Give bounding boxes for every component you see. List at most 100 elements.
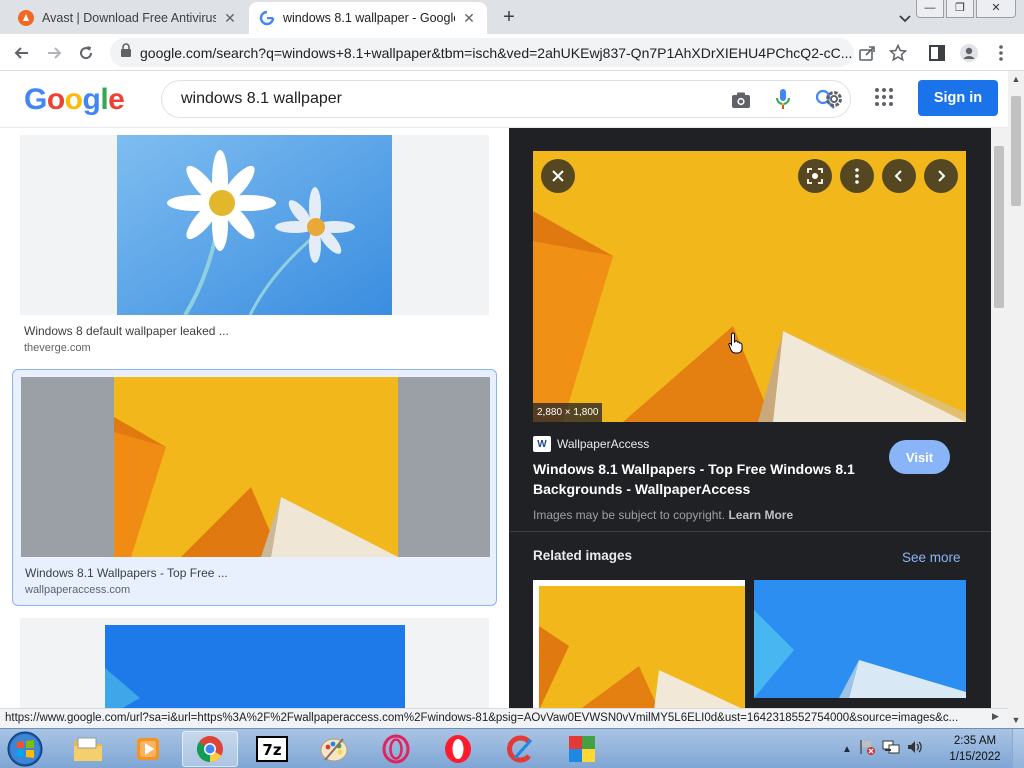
taskbar-ccleaner-icon[interactable] [492,731,548,767]
settings-gear-icon[interactable] [823,88,845,110]
reload-icon[interactable] [74,41,98,65]
tab-search-chevron-icon[interactable] [895,8,915,28]
more-vert-icon[interactable] [990,42,1012,64]
previous-chevron-icon[interactable] [882,159,916,193]
google-logo[interactable]: Google [24,83,125,117]
learn-more-link[interactable]: Learn More [728,508,793,522]
google-logo-letter: e [108,83,125,116]
image-results: Windows 8 default wallpaper leaked ... t… [0,128,509,708]
preview-scrollbar[interactable] [991,128,1008,708]
google-logo-letter: l [100,83,109,116]
minimize-button[interactable]: — [916,0,944,18]
page-scrollbar[interactable]: ▲ ▼ [1008,71,1024,728]
clock-time: 2:35 AM [953,735,997,747]
bookmark-star-icon[interactable] [887,42,909,64]
taskbar-paint-icon[interactable] [306,731,362,767]
tray-expand-icon[interactable]: ▲ [842,744,852,755]
tab-strip: Avast | Download Free Antivirus & VPN ✕ … [0,0,1024,34]
window-controls: — ❐ ✕ [916,0,1016,18]
sign-in-button[interactable]: Sign in [918,80,998,116]
result-caption[interactable]: Windows 8 default wallpaper leaked ... [24,324,229,338]
result-source[interactable]: theverge.com [24,342,91,354]
taskbar-media-player-icon[interactable] [120,731,176,767]
address-bar[interactable]: google.com/search?q=windows+8.1+wallpape… [110,38,854,67]
image-dimensions: 2,880 × 1,800 [533,403,603,422]
close-window-button[interactable]: ✕ [976,0,1016,18]
source-name[interactable]: WallpaperAccess [557,437,649,451]
scroll-up-arrow-icon[interactable]: ▲ [1008,71,1024,87]
result-thumbnail-blue[interactable] [20,618,489,708]
action-center-flag-icon[interactable] [858,738,876,761]
divider [509,531,991,532]
next-chevron-icon[interactable] [924,159,958,193]
google-logo-letter: G [24,83,47,116]
tab-google-search[interactable]: windows 8.1 wallpaper - Google Search ✕ [249,2,487,34]
page-scrollbar-thumb[interactable] [1011,96,1021,206]
scroll-down-arrow-icon[interactable]: ▼ [1008,712,1024,728]
google-logo-letter: g [82,83,101,116]
taskbar-opera-gx-icon[interactable] [368,731,424,767]
tab-avast[interactable]: Avast | Download Free Antivirus & VPN ✕ [8,2,248,34]
result-card-selected[interactable]: Windows 8.1 Wallpapers - Top Free ... wa… [12,369,497,606]
start-button[interactable] [2,730,48,768]
url-text: google.com/search?q=windows+8.1+wallpape… [140,44,853,61]
related-thumbnail-blue[interactable] [754,580,966,708]
google-g-icon [259,10,275,26]
taskbar-7zip-icon[interactable]: 7z [244,731,300,767]
taskbar-avg-icon[interactable] [554,731,610,767]
close-tab-icon[interactable]: ✕ [461,10,477,26]
more-options-icon[interactable] [840,159,874,193]
taskbar-clock[interactable]: 2:35 AM 1/15/2022 [944,733,1006,765]
taskbar-opera-icon[interactable] [430,731,486,767]
windows-taskbar: 7z ▲ 2:35 AM 1/15/2022 [0,728,1024,768]
show-desktop-button[interactable] [1012,729,1024,768]
clock-date: 1/15/2022 [949,751,1001,763]
related-images-heading: Related images [533,548,633,563]
visual-search-lens-icon[interactable] [798,159,832,193]
side-panel-icon[interactable] [926,42,948,64]
new-tab-button[interactable]: + [497,6,521,30]
volume-icon[interactable] [906,738,924,761]
result-thumbnail-daisy[interactable] [20,135,489,315]
close-tab-icon[interactable]: ✕ [222,10,238,26]
google-logo-letter: o [64,83,83,116]
wallpaperaccess-logo-icon: W [533,436,551,452]
preview-scrollbar-thumb[interactable] [994,146,1004,308]
see-more-link[interactable]: See more [902,550,961,565]
camera-search-icon[interactable] [730,89,752,111]
tab-title: Avast | Download Free Antivirus & VPN [42,11,216,25]
microphone-icon[interactable] [772,88,794,110]
result-thumbnail-yellow[interactable] [21,377,490,557]
profile-avatar-icon[interactable] [958,42,980,64]
preview-title[interactable]: Windows 8.1 Wallpapers - Top Free Window… [533,459,873,499]
taskbar-file-explorer-icon[interactable] [60,731,116,767]
result-card[interactable]: Windows 8 default wallpaper leaked ... t… [12,128,497,360]
scroll-right-arrow-icon[interactable]: ▶ [992,711,999,722]
avast-icon [18,10,34,26]
status-bar-url: https://www.google.com/url?sa=i&url=http… [0,708,1008,728]
system-tray: ▲ [842,735,924,763]
visit-button[interactable]: Visit [889,440,950,474]
hand-cursor-icon [728,332,744,354]
google-logo-letter: o [46,83,65,116]
result-card[interactable] [12,618,497,708]
result-source[interactable]: wallpaperaccess.com [25,584,130,596]
network-icon[interactable] [882,738,900,761]
related-thumbnail-yellow[interactable] [533,580,745,708]
tab-title: windows 8.1 wallpaper - Google Search [283,11,455,25]
lock-icon[interactable] [120,43,132,62]
result-caption[interactable]: Windows 8.1 Wallpapers - Top Free ... [25,566,228,580]
copyright-notice: Images may be subject to copyright. Lear… [533,508,794,522]
browser-toolbar: google.com/search?q=windows+8.1+wallpape… [0,34,1024,71]
close-preview-button[interactable] [541,159,575,193]
google-header: Google windows 8.1 wallpaper Sign in [0,71,1008,128]
back-arrow-icon[interactable] [10,41,34,65]
google-apps-grid-icon[interactable] [874,87,898,111]
forward-arrow-icon[interactable] [42,41,66,65]
image-preview-panel: 2,880 × 1,800 W WallpaperAccess Windows … [509,128,991,708]
taskbar-chrome-icon[interactable] [182,731,238,767]
svg-text:7z: 7z [262,741,281,759]
share-icon[interactable] [856,42,878,64]
restore-button[interactable]: ❐ [946,0,974,18]
source-row[interactable]: W WallpaperAccess [533,436,649,452]
